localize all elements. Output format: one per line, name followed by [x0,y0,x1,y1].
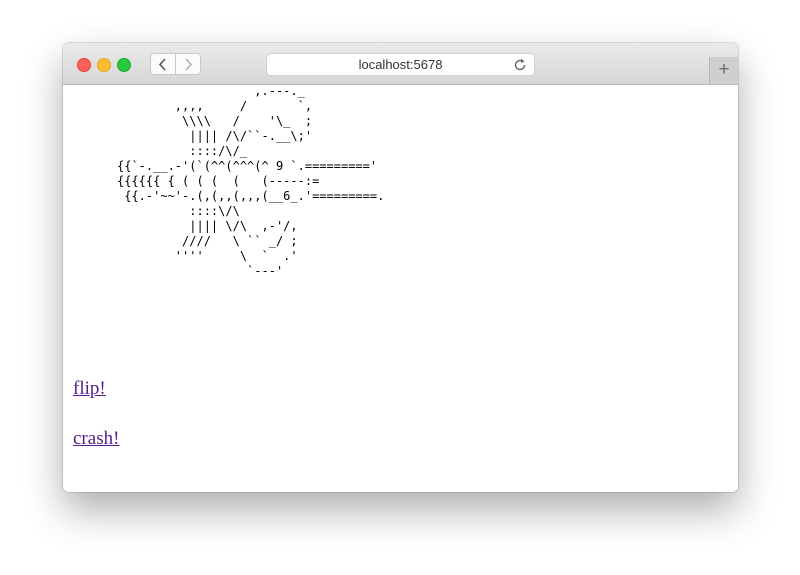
close-window-button[interactable] [77,58,91,72]
forward-button[interactable] [175,53,201,75]
minimize-window-button[interactable] [97,58,111,72]
chevron-right-icon [185,58,193,71]
new-tab-button[interactable]: + [709,57,738,84]
back-button[interactable] [150,53,176,75]
address-bar[interactable]: localhost:5678 [266,53,535,76]
flip-link[interactable]: flip! [73,378,106,400]
reload-icon[interactable] [513,58,527,72]
maximize-window-button[interactable] [117,58,131,72]
page-content: ,.---._ ,,,, / `, \\\\ / '\_ ; |||| /\/`… [63,84,738,492]
url-text: localhost:5678 [358,57,443,72]
crash-link[interactable]: crash! [73,428,119,450]
ascii-art-lobster: ,.---._ ,,,, / `, \\\\ / '\_ ; |||| /\/`… [117,84,385,278]
chevron-left-icon [158,58,166,71]
browser-window: localhost:5678 + ,.---._ ,,,, / `, \\\\ … [63,43,738,492]
title-bar: localhost:5678 + [63,43,738,85]
